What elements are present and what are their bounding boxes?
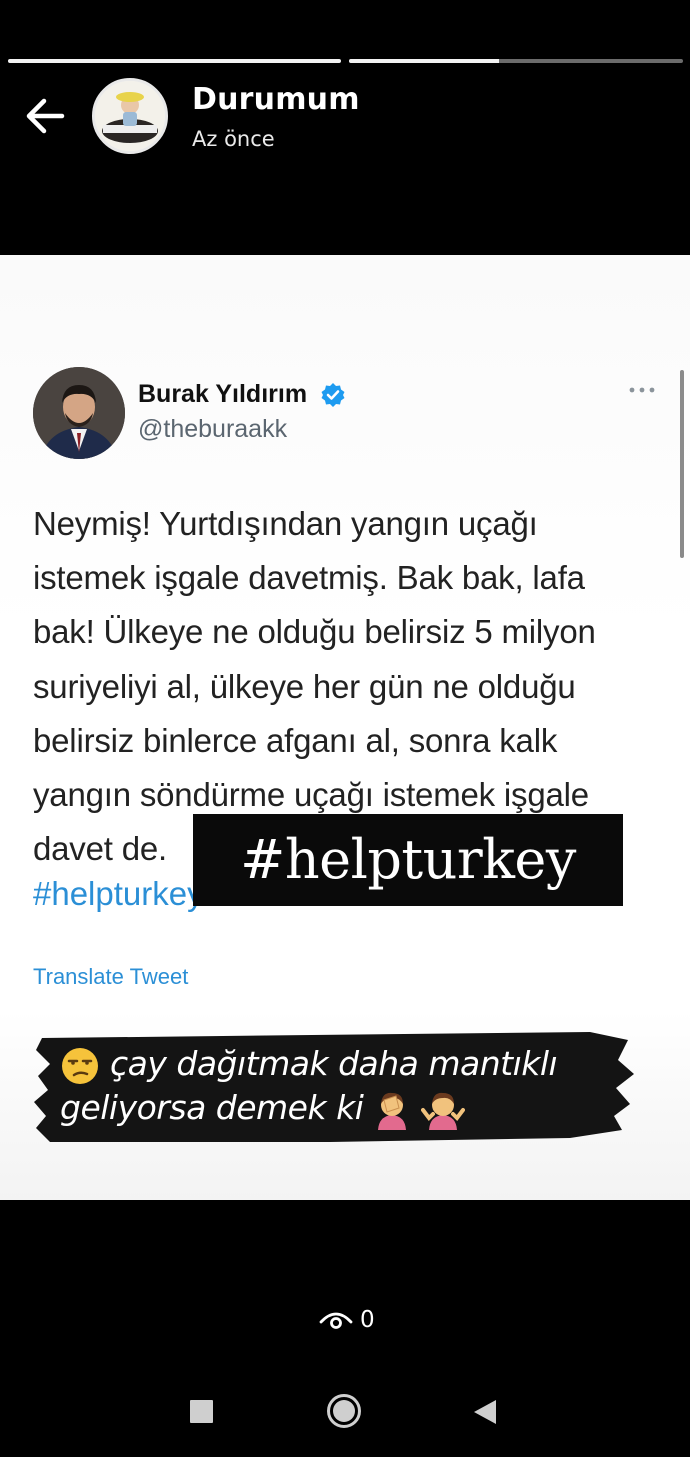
facepalm-emoji (378, 1092, 407, 1130)
status-title: Durumum (192, 82, 360, 117)
story-progress-segment-1 (8, 59, 341, 63)
tweet-line: Neymiş! Yurtdışından yangın uçağı (33, 505, 538, 542)
arrow-left-icon (26, 98, 65, 134)
caption-text: çay dağıtmak daha mantıklı geliyorsa dem… (60, 1042, 630, 1130)
translate-tweet-link[interactable]: Translate Tweet (33, 964, 188, 990)
views-indicator[interactable]: 0 (318, 1303, 375, 1337)
eye-icon (319, 1312, 353, 1329)
back-button[interactable] (22, 96, 70, 136)
caption-line-2-text: geliyorsa demek ki (60, 1088, 364, 1127)
story-progress-fill (349, 59, 500, 63)
hashtag-sticker: #helpturkey (193, 814, 623, 906)
shrug-emoji (421, 1092, 466, 1130)
more-dots-icon[interactable] (627, 382, 657, 398)
unamused-face-emoji (62, 1047, 98, 1084)
story-progress-segment-2 (349, 59, 683, 63)
tweet-hashtag-link[interactable]: #helpturkey (33, 875, 204, 913)
tweet-scrollbar (680, 370, 684, 558)
tweet-author-photo (33, 367, 125, 459)
caption-line-1-text: çay dağıtmak daha mantıklı (110, 1044, 558, 1083)
tweet-line: istemek işgale davetmiş. Bak bak, lafa (33, 559, 585, 597)
caption-line-2: geliyorsa demek ki (60, 1086, 630, 1130)
tweet-line: belirsiz binlerce afganı al, sonra kalk (33, 721, 558, 759)
recent-apps-button[interactable] (190, 1400, 213, 1423)
tweet-author-name: Burak Yıldırım (138, 380, 308, 408)
view-count: 0 (360, 1307, 375, 1333)
tweet-line: bak! Ülkeye ne olduğu belirsiz 5 milyon (33, 613, 596, 651)
nav-back-button[interactable] (472, 1398, 498, 1426)
status-time: Az önce (192, 127, 275, 151)
tweet-line: suriyeliyi al, ülkeye her gün ne olduğu (33, 667, 576, 705)
tweet-author-avatar (33, 367, 125, 459)
tweet-author-handle: @theburaakk (138, 415, 288, 443)
profile-avatar[interactable] (92, 78, 168, 154)
verified-badge-icon (321, 383, 345, 407)
avatar-photo (95, 81, 165, 151)
home-button[interactable] (326, 1393, 362, 1429)
caption-line-1: çay dağıtmak daha mantıklı (60, 1042, 630, 1086)
